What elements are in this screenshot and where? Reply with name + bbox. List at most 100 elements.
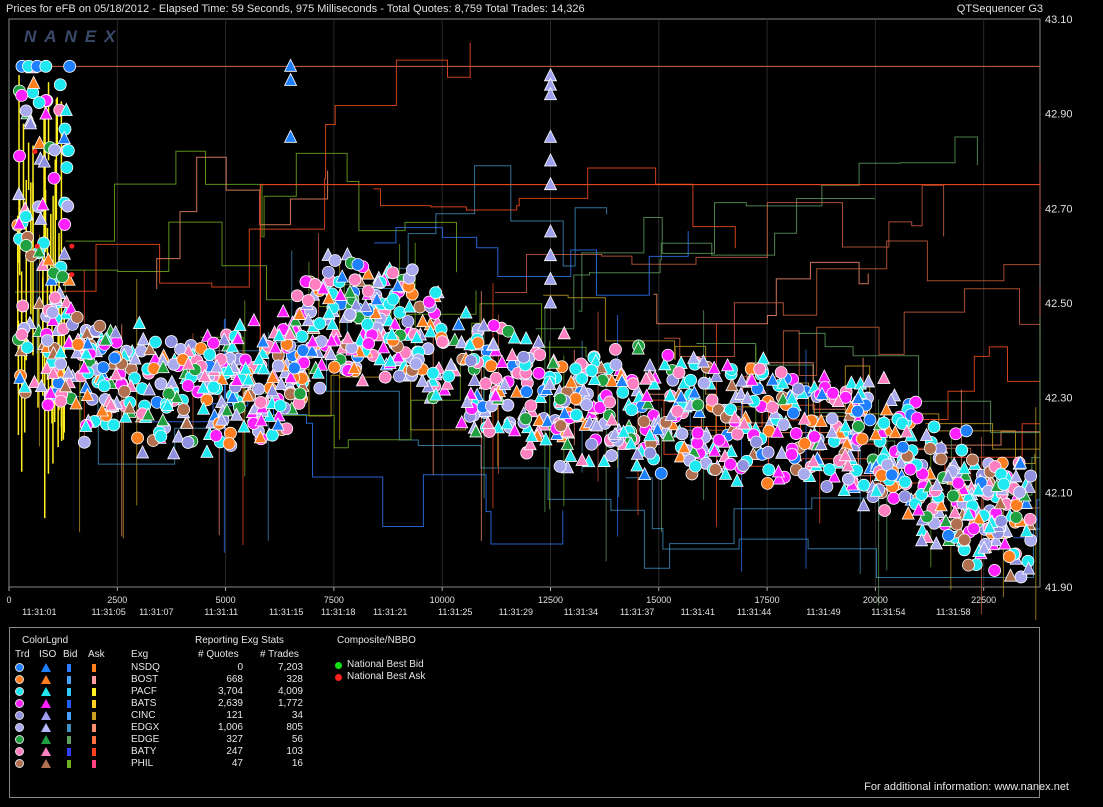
trade-marker [553,460,567,473]
trade-marker [957,533,971,547]
x-tick-label: 20000 [863,595,888,605]
trade-marker [762,463,776,477]
trade-marker [1009,510,1023,524]
trade-marker [569,392,583,406]
trade-marker [684,373,698,387]
trade-marker [934,452,948,466]
time-label: 11:31:41 [681,607,715,617]
y-tick-label: 43.10 [1045,14,1073,26]
y-tick-label: 42.90 [1045,109,1073,121]
trade-marker [301,294,315,307]
exchange-name: BOST [131,674,159,685]
exchange-name: BATS [131,698,157,709]
trade-marker [736,459,750,472]
trade-marker [672,366,686,380]
trade-marker [61,199,75,213]
quotes-count: 0 [237,662,243,673]
trade-marker [54,357,68,371]
iso-triangle-icon [41,759,51,768]
trade-marker [524,399,538,413]
y-tick-label: 42.30 [1045,393,1073,405]
trade-marker [823,463,836,476]
ask-swatch-icon [92,688,96,696]
trade-marker [19,239,33,252]
trade-marker [487,319,501,332]
y-tick-label: 41.90 [1045,582,1073,594]
trade-marker [569,408,583,422]
iso-triangle-icon [41,747,51,756]
time-label: 11:31:15 [269,607,303,617]
trade-marker [271,359,285,373]
y-tick-label: 42.50 [1045,298,1073,310]
ask-swatch-icon [92,676,96,684]
trade-marker [785,448,799,461]
trade-marker-isolated [959,424,973,438]
trade-marker [946,489,960,503]
trade-marker [923,442,937,455]
trade-marker [19,210,33,223]
trade-marker [435,335,449,349]
trade-marker [489,371,503,385]
trades-count: 805 [286,722,303,733]
trade-marker [70,311,84,324]
trade-marker [154,429,168,443]
legend-row: EDGX 1,006 805 [10,722,330,734]
trades-count: 16 [291,758,303,769]
trade-marker [46,305,59,319]
trade-marker [967,522,981,536]
time-label: 11:31:05 [91,607,125,617]
trade-marker [154,377,168,391]
trade-marker [149,335,162,349]
trade-marker [942,529,955,542]
trade-marker [1023,512,1037,526]
ask-swatch-icon [92,748,96,756]
time-label: 11:31:18 [321,607,355,617]
y-tick-label: 42.10 [1045,487,1073,499]
trade-marker [603,395,616,409]
trade-marker [501,398,515,412]
col-header-bid: Bid [63,649,78,660]
trade-marker [254,395,268,409]
trade-marker [896,440,910,454]
trade-marker [898,475,912,489]
trade-marker [950,517,964,531]
trade-marker [517,350,531,364]
trade-marker [203,348,217,361]
trade-marker [327,360,341,374]
trade-marker [988,564,1002,577]
trade-marker [520,385,533,399]
quotes-count: 121 [226,710,243,721]
trade-marker [749,435,763,449]
exchange-name: BATY [131,746,157,757]
time-label: 11:31:37 [620,607,654,617]
trade-marker [553,392,567,406]
trade-marker [405,263,419,277]
trade-marker [625,403,638,417]
trade-marker [585,437,599,451]
trade-marker [863,413,877,427]
time-label: 11:31:54 [871,607,905,617]
trade-marker [966,453,979,467]
trade-symbol-icon [15,747,24,756]
trade-marker [207,336,220,350]
trade-marker [409,357,423,371]
x-tick-label: 17500 [755,595,780,605]
trade-marker [887,491,901,505]
trade-marker [626,377,640,391]
trade-marker [855,432,869,446]
x-tick-label: 7500 [324,595,344,605]
bid-swatch-icon [67,712,71,720]
trades-count: 328 [286,674,303,685]
colorlgnd-title: ColorLgnd [22,635,69,646]
quotes-count: 47 [231,758,243,769]
col-header-trades: # Trades [260,649,299,660]
trade-marker [287,361,301,375]
legend-panel: ColorLgnd Reporting Exg Stats Composite/… [9,627,1040,798]
x-tick-label: 10000 [430,595,455,605]
trade-symbol-icon [15,759,24,768]
trade-marker [691,426,705,440]
time-label: 11:31:44 [737,607,771,617]
trade-marker [609,358,623,372]
exchange-name: EDGE [131,734,160,745]
trade-marker [32,96,46,109]
